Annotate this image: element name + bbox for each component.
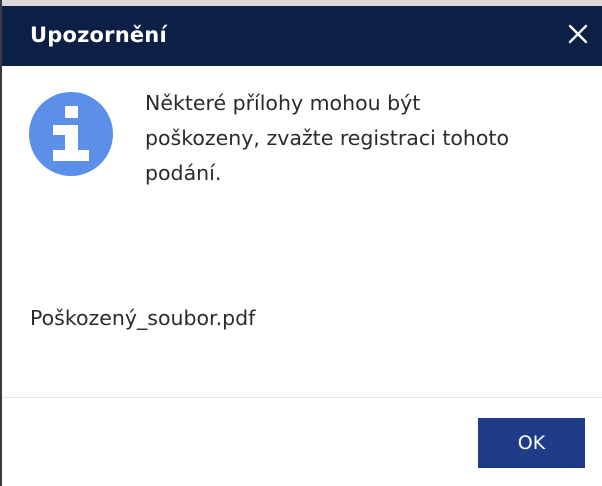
message-line: poškozeny, zvažte registraci tohoto: [145, 126, 510, 150]
dialog-title: Upozornění: [30, 23, 167, 47]
warning-dialog: Upozornění Některé přílohy mohou být poš…: [0, 0, 602, 486]
dialog-message: Některé přílohy mohou být poškozeny, zva…: [145, 86, 585, 191]
dialog-titlebar: Upozornění: [2, 6, 602, 66]
ok-button[interactable]: OK: [478, 418, 585, 468]
close-button[interactable]: [562, 18, 594, 50]
message-line: Některé přílohy mohou být: [145, 91, 421, 115]
message-line: podání.: [145, 161, 222, 185]
attachment-filename: Poškozený_soubor.pdf: [30, 306, 256, 330]
footer-divider: [2, 397, 602, 398]
close-icon: [568, 24, 588, 44]
info-icon: [29, 92, 113, 176]
